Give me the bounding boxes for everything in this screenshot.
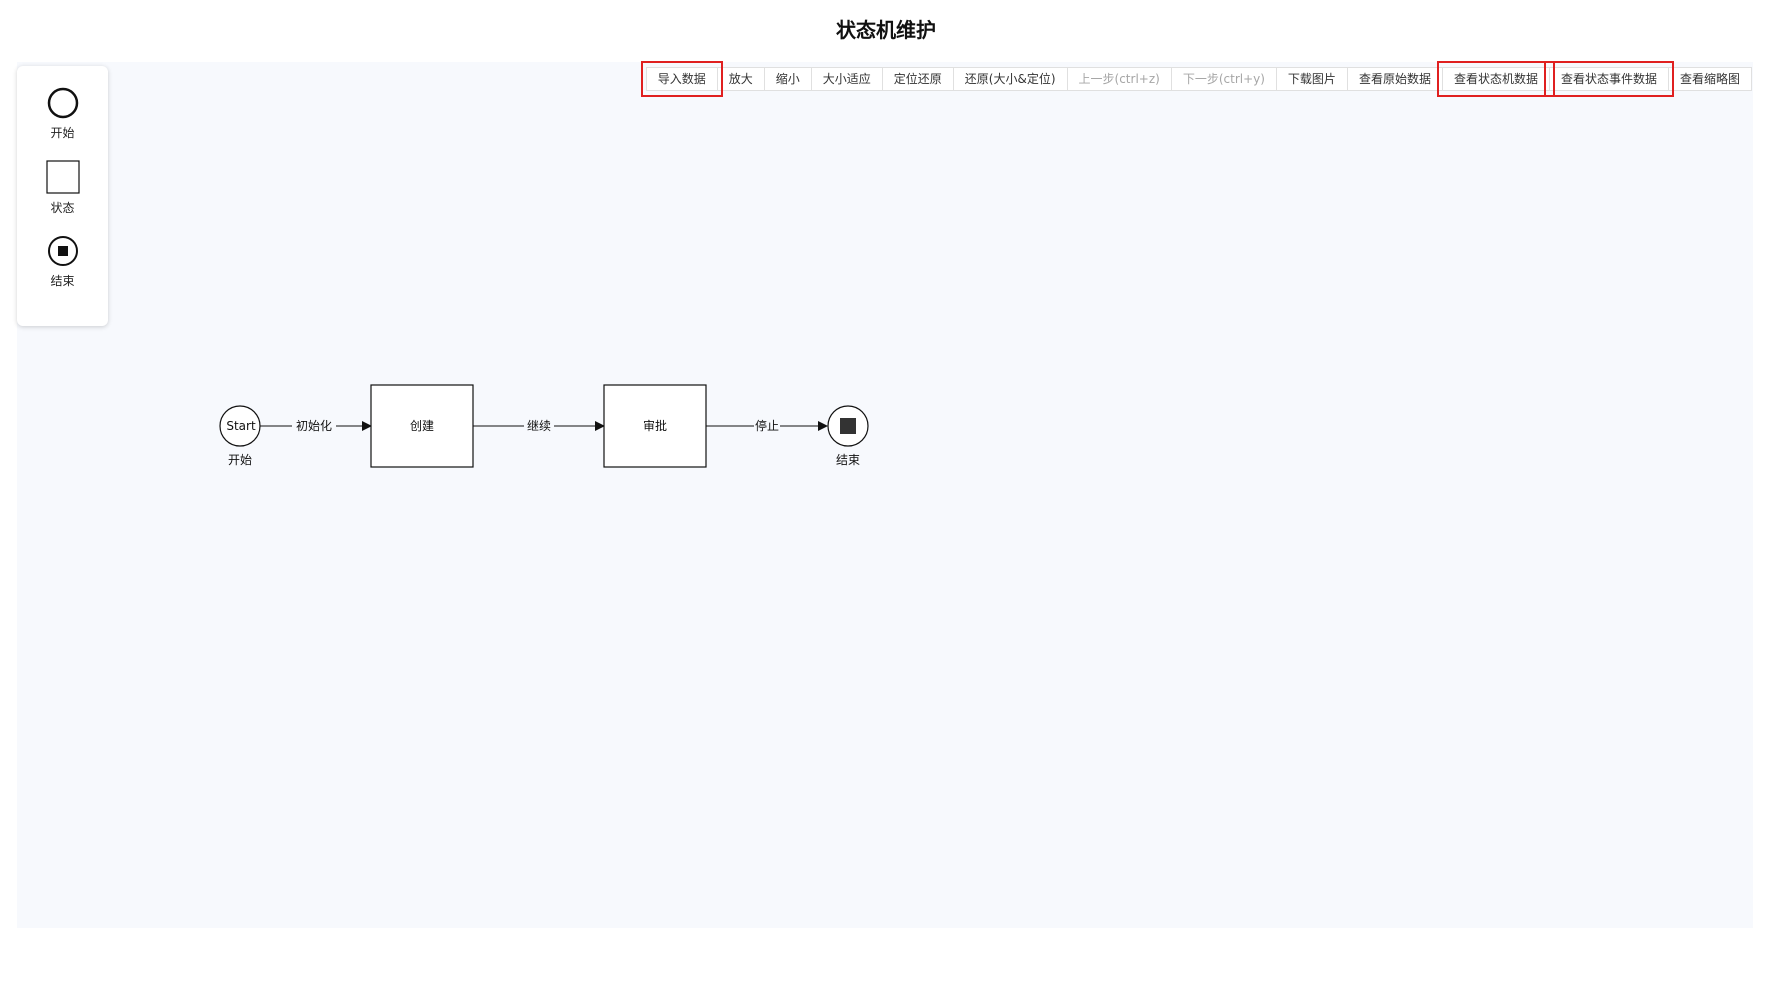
end-node[interactable]: 结束: [827, 405, 869, 467]
palette-item-label: 结束: [50, 274, 75, 288]
view-state-machine-data-button[interactable]: 查看状态机数据: [1436, 61, 1555, 97]
state-machine-diagram: Start 开始 初始化 创建 继续 审批 停止 结束: [219, 384, 869, 468]
toolbar: 导入数据 放大 缩小 大小适应 定位还原 还原(大小&定位) 上一步(ctrl+z) 下一步(…: [640, 61, 1752, 97]
reset-position-button[interactable]: 定位还原: [883, 68, 954, 90]
view-raw-data-button[interactable]: 查看原始数据: [1348, 68, 1443, 90]
palette-item-label: 状态: [50, 201, 75, 215]
transition-label: 继续: [527, 419, 551, 433]
page: 状态机维护 Start 开始 初始化 创建 继续 审批 停止 结束 开始 状态 …: [0, 0, 1790, 1004]
palette-item-end[interactable]: 结束: [17, 234, 108, 289]
start-node-label: 开始: [228, 453, 252, 467]
transition-init[interactable]: 初始化: [260, 419, 372, 433]
zoom-out-button[interactable]: 缩小: [765, 68, 812, 90]
redo-button[interactable]: 下一步(ctrl+y): [1172, 68, 1277, 90]
state-node-approve[interactable]: 审批: [603, 384, 707, 468]
state-square-icon: [45, 160, 80, 194]
palette-item-state[interactable]: 状态: [17, 159, 108, 216]
shape-palette: 开始 状态 结束: [17, 66, 108, 326]
palette-item-start[interactable]: 开始: [17, 86, 108, 141]
state-node-create[interactable]: 创建: [370, 384, 474, 468]
fit-size-button[interactable]: 大小适应: [812, 68, 883, 90]
zoom-in-button[interactable]: 放大: [718, 68, 765, 90]
reset-all-button[interactable]: 还原(大小&定位): [954, 68, 1068, 90]
transition-label: 初始化: [296, 419, 332, 433]
start-circle-icon: [47, 87, 78, 119]
state-node-label: 创建: [410, 419, 434, 433]
transition-label: 停止: [755, 418, 779, 433]
view-state-event-data-button[interactable]: 查看状态事件数据: [1543, 61, 1675, 97]
start-node[interactable]: Start 开始: [219, 405, 261, 467]
transition-continue[interactable]: 继续: [473, 419, 605, 433]
undo-button[interactable]: 上一步(ctrl+z): [1068, 68, 1172, 90]
import-data-button[interactable]: 导入数据: [640, 61, 723, 97]
end-node-label: 结束: [836, 453, 860, 467]
start-node-text: Start: [226, 419, 256, 433]
state-node-label: 审批: [643, 418, 667, 433]
view-thumbnail-button[interactable]: 查看缩略图: [1669, 68, 1751, 90]
transition-stop[interactable]: 停止: [706, 418, 828, 433]
download-image-button[interactable]: 下载图片: [1277, 68, 1348, 90]
palette-item-label: 开始: [50, 126, 75, 140]
end-circle-icon: [47, 236, 78, 266]
